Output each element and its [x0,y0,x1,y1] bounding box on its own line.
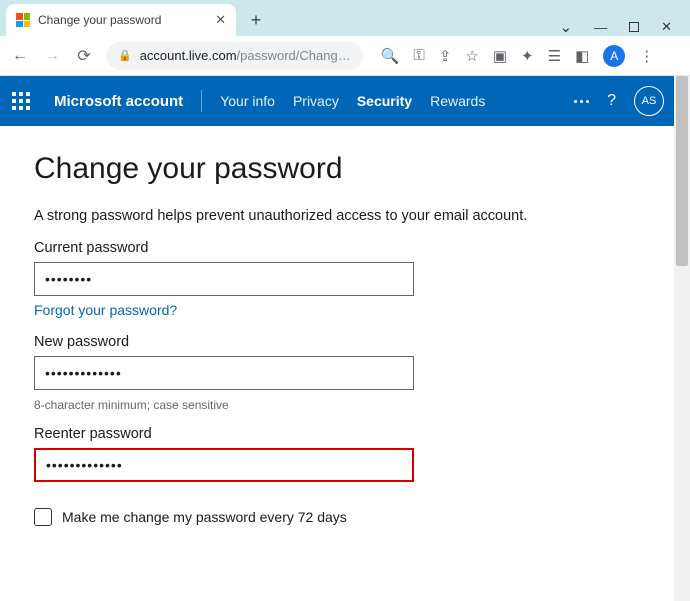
new-password-input[interactable]: ••••••••••••• [34,356,414,390]
url-text: account.live.com/password/Chang… [140,48,351,63]
reload-icon[interactable]: ⟳ [74,46,94,66]
scroll-thumb[interactable] [676,76,688,266]
address-bar[interactable]: 🔒 account.live.com/password/Chang… [106,42,363,70]
rotate-password-label: Make me change my password every 72 days [62,509,347,525]
forgot-password-link[interactable]: Forgot your password? [34,302,177,318]
brand-title[interactable]: Microsoft account [54,93,183,110]
account-avatar[interactable]: AS [634,86,664,116]
new-tab-button[interactable]: + [242,6,270,34]
window-titlebar: Change your password ✕ + ⌄ — ✕ [0,0,690,36]
window-controls: ⌄ — ✕ [560,14,690,36]
new-password-label: New password [34,334,640,350]
lock-icon: 🔒 [118,49,132,62]
lead-text: A strong password helps prevent unauthor… [34,208,640,224]
help-icon[interactable]: ? [607,92,616,110]
search-icon[interactable]: 🔍 [381,47,400,65]
back-icon[interactable]: ← [10,47,30,65]
reenter-password-label: Reenter password [34,426,640,442]
close-window-icon[interactable]: ✕ [661,19,672,35]
menu-icon[interactable]: ⋮ [639,47,654,65]
nav-your-info[interactable]: Your info [220,93,275,109]
extensions-icon[interactable]: ✦ [521,47,534,65]
browser-toolbar: ← → ⟳ 🔒 account.live.com/password/Chang…… [0,36,690,76]
rotate-password-checkbox[interactable] [34,508,52,526]
current-password-input[interactable]: •••••••• [34,262,414,296]
nav-privacy[interactable]: Privacy [293,93,339,109]
page-title: Change your password [34,152,640,186]
profile-avatar[interactable]: A [603,45,625,67]
forward-icon[interactable]: → [42,47,62,65]
share-icon[interactable]: ⇪ [439,47,452,65]
microsoft-favicon [16,13,30,27]
password-hint: 8-character minimum; case sensitive [34,398,640,412]
tab-title: Change your password [38,13,207,27]
browser-tab[interactable]: Change your password ✕ [6,4,236,36]
minimize-icon[interactable]: — [594,20,607,35]
maximize-icon[interactable] [629,22,639,32]
chevron-down-icon[interactable]: ⌄ [560,18,573,36]
divider [201,90,202,112]
close-tab-icon[interactable]: ✕ [215,12,226,28]
main-content: Change your password A strong password h… [0,126,674,552]
site-header: Microsoft account Your info Privacy Secu… [0,76,674,126]
bookmark-icon[interactable]: ☆ [465,47,478,65]
reenter-password-input[interactable]: ••••••••••••• [34,448,414,482]
cast-icon[interactable]: ▣ [493,47,507,65]
key-icon[interactable]: ⚿ [413,47,424,64]
more-icon[interactable] [574,100,589,103]
current-password-label: Current password [34,240,640,256]
nav-rewards[interactable]: Rewards [430,93,485,109]
nav-security[interactable]: Security [357,93,412,109]
scrollbar[interactable] [674,76,690,601]
app-launcher-icon[interactable] [12,92,30,110]
reading-list-icon[interactable]: ☰ [548,47,561,65]
side-panel-icon[interactable]: ◧ [575,47,589,65]
